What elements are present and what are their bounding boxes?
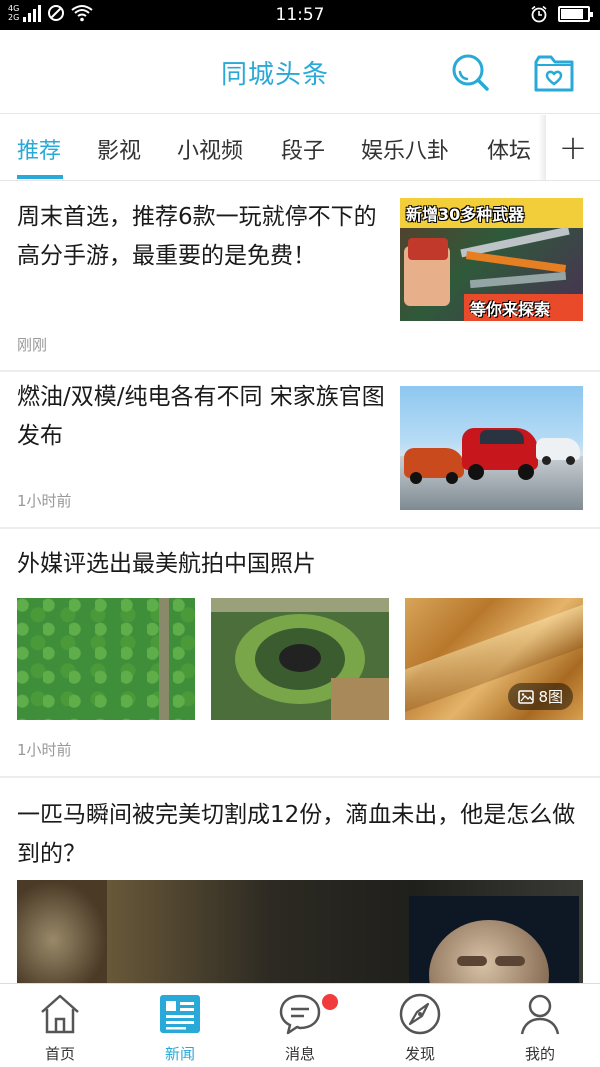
news-time: 1小时前 [17, 741, 72, 759]
news-item[interactable]: 燃油/双模/纯电各有不同 宋家族官图发布 1小时前 [0, 372, 600, 529]
image-gallery[interactable]: 8图 [17, 598, 583, 720]
news-thumbnail[interactable] [400, 386, 583, 510]
news-icon [160, 995, 200, 1033]
status-right [530, 5, 593, 23]
tab-jokes[interactable]: 段子 [281, 133, 325, 165]
gallery-icon [518, 689, 535, 704]
nav-label: 消息 [284, 1045, 315, 1063]
status-time: 11:57 [275, 5, 325, 25]
news-thumbnail[interactable]: 新增30多种武器 等你来探索 [400, 198, 583, 321]
tab-recommend[interactable]: 推荐 [17, 133, 61, 165]
tab-sports[interactable]: 体坛 [487, 133, 531, 165]
category-tabs: 推荐 影视 小视频 段子 娱乐八卦 体坛 + [0, 115, 600, 181]
search-icon[interactable] [450, 52, 490, 92]
video-thumbnail[interactable] [17, 880, 583, 1000]
news-title[interactable]: 一匹马瞬间被完美切割成12份，滴血未出，他是怎么做到的？ [17, 796, 587, 874]
tab-short-video[interactable]: 小视频 [177, 133, 243, 165]
user-icon [520, 994, 560, 1035]
add-tab-button[interactable]: + [546, 115, 600, 180]
news-title[interactable]: 燃油/双模/纯电各有不同 宋家族官图发布 [17, 378, 397, 456]
tab-gossip[interactable]: 娱乐八卦 [361, 133, 449, 165]
battery-icon [558, 6, 593, 22]
news-time: 1小时前 [17, 492, 72, 510]
news-item[interactable]: 周末首选，推荐6款一玩就停不下的高分手游，最重要的是免费！ 刚刚 新增30多种武… [0, 182, 600, 372]
news-title[interactable]: 外媒评选出最美航拍中国照片 [17, 545, 577, 584]
nav-label: 发现 [404, 1045, 435, 1063]
compass-icon [399, 993, 441, 1035]
news-feed[interactable]: 周末首选，推荐6款一玩就停不下的高分手游，最重要的是免费！ 刚刚 新增30多种武… [0, 182, 600, 1000]
nav-news[interactable]: 新闻 [120, 984, 240, 1067]
nav-label: 新闻 [164, 1045, 195, 1063]
unread-dot [322, 994, 338, 1010]
alarm-icon [531, 5, 547, 23]
gallery-image[interactable] [211, 598, 389, 720]
favorites-icon[interactable] [533, 52, 575, 94]
tab-movies[interactable]: 影视 [97, 133, 141, 165]
game-banner-bottom: 等你来探索 [470, 300, 551, 319]
status-bar: 4G 2G 11:57 [0, 0, 600, 30]
home-icon [41, 994, 79, 1034]
game-banner-top: 新增30多种武器 [406, 205, 525, 224]
image-count-label: 8图 [538, 688, 563, 706]
nav-messages[interactable]: 消息 [240, 984, 360, 1067]
nav-discover[interactable]: 发现 [360, 984, 480, 1067]
news-item[interactable]: 一匹马瞬间被完美切割成12份，滴血未出，他是怎么做到的？ [0, 778, 600, 1000]
battery-level [561, 9, 584, 19]
active-tab-indicator [17, 175, 63, 179]
message-icon [279, 994, 321, 1035]
app-header: 同城头条 [0, 30, 600, 114]
nav-home[interactable]: 首页 [0, 984, 120, 1067]
nav-label: 我的 [524, 1045, 555, 1063]
nav-profile[interactable]: 我的 [480, 984, 600, 1067]
gallery-image[interactable]: 8图 [405, 598, 583, 720]
gallery-image[interactable] [17, 598, 195, 720]
news-time: 刚刚 [17, 336, 48, 354]
image-count-badge: 8图 [508, 683, 573, 710]
news-title[interactable]: 周末首选，推荐6款一玩就停不下的高分手游，最重要的是免费！ [17, 198, 387, 276]
news-item[interactable]: 外媒评选出最美航拍中国照片 8图 1小时前 [0, 529, 600, 778]
bottom-navigation: 首页 新闻 消息 发现 我的 [0, 983, 600, 1067]
nav-label: 首页 [44, 1045, 75, 1063]
